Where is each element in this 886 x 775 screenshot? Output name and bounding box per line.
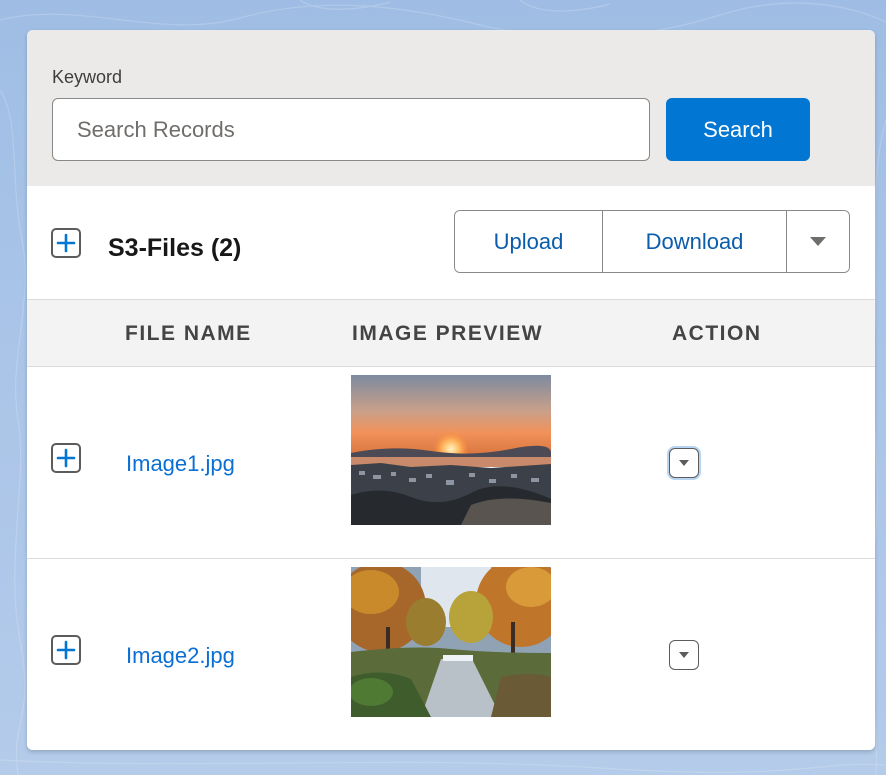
search-input[interactable] bbox=[52, 98, 650, 161]
caret-down-icon bbox=[810, 237, 826, 246]
table-header: FILE NAME IMAGE PREVIEW ACTION bbox=[27, 299, 875, 367]
autumn-park-thumbnail bbox=[351, 567, 551, 717]
row-expand-button[interactable] bbox=[51, 443, 81, 473]
file-name-link[interactable]: Image1.jpg bbox=[126, 451, 235, 477]
search-button[interactable]: Search bbox=[666, 98, 810, 161]
plus-icon bbox=[56, 640, 76, 660]
column-header-file-name: FILE NAME bbox=[125, 322, 252, 345]
row-expand-button[interactable] bbox=[51, 635, 81, 665]
expand-all-button[interactable] bbox=[51, 228, 81, 258]
plus-icon bbox=[56, 233, 76, 253]
more-actions-button[interactable] bbox=[787, 211, 849, 272]
files-title: S3-Files (2) bbox=[108, 234, 242, 262]
keyword-label: Keyword bbox=[52, 67, 123, 87]
row-action-button[interactable] bbox=[669, 640, 699, 670]
plus-icon bbox=[56, 448, 76, 468]
s3-files-card: Keyword Search S3-Files (2) Upload Downl… bbox=[27, 30, 875, 750]
chevron-down-icon bbox=[679, 460, 689, 466]
table-row: Image1.jpg bbox=[27, 367, 875, 559]
column-header-action: ACTION bbox=[672, 322, 762, 345]
upload-button[interactable]: Upload bbox=[455, 211, 603, 272]
search-panel: Keyword Search bbox=[27, 30, 875, 186]
image-preview[interactable] bbox=[351, 567, 551, 717]
files-header: S3-Files (2) Upload Download bbox=[27, 186, 875, 299]
image-preview[interactable] bbox=[351, 375, 551, 525]
chevron-down-icon bbox=[679, 652, 689, 658]
file-actions-button-group: Upload Download bbox=[454, 210, 850, 273]
row-action-button[interactable] bbox=[669, 448, 699, 478]
sunset-thumbnail bbox=[351, 375, 551, 525]
download-button[interactable]: Download bbox=[603, 211, 787, 272]
file-name-link[interactable]: Image2.jpg bbox=[126, 643, 235, 669]
table-row: Image2.jpg bbox=[27, 560, 875, 750]
column-header-image-preview: IMAGE PREVIEW bbox=[352, 322, 544, 345]
